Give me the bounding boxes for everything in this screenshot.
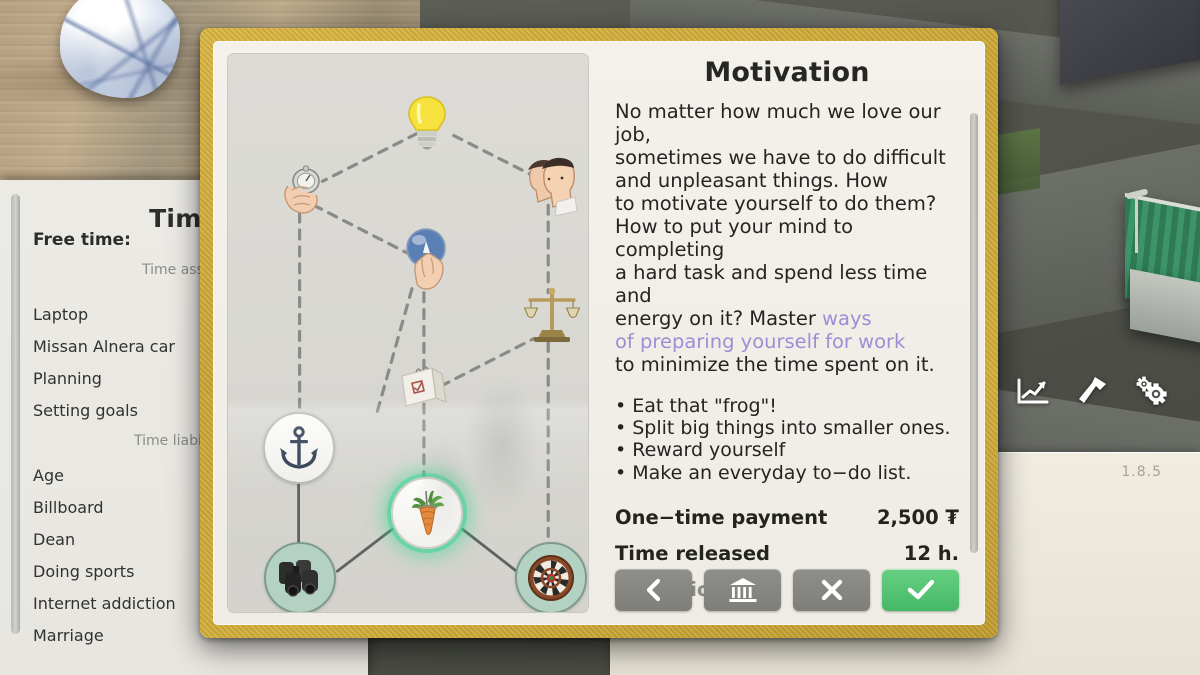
skill-node-dartboard[interactable] <box>515 542 587 612</box>
desc-line: to motivate yourself to do them? <box>615 192 937 215</box>
list-item[interactable]: Marriage <box>33 626 104 645</box>
list-item: • Eat that "frog"! <box>615 395 777 417</box>
binoculars-icon <box>279 560 318 597</box>
stat-row-time-released: Time released 12 h. <box>615 542 959 565</box>
two-faces-icon[interactable] <box>518 154 580 222</box>
list-item[interactable]: Laptop <box>33 305 88 324</box>
building-facade <box>1130 268 1200 392</box>
gears-icon[interactable] <box>1132 376 1170 408</box>
page-title: Motivation <box>704 57 870 88</box>
sidebar-scrollbar[interactable] <box>11 194 20 634</box>
bank-button[interactable] <box>704 569 781 611</box>
version-label: 1.8.5 <box>1121 464 1162 480</box>
blue-sphere-hand-icon[interactable] <box>400 226 464 304</box>
dartboard-icon <box>528 555 574 601</box>
carrot-icon <box>412 490 444 536</box>
desc-line: and unpleasant things. How <box>615 169 888 192</box>
skill-info-pane: Motivation No matter how much we love ou… <box>599 41 985 625</box>
list-item[interactable]: Internet addiction <box>33 594 176 613</box>
check-icon <box>907 579 934 600</box>
desc-line: How to put your mind to completing <box>615 215 854 261</box>
list-item: • Make an everyday to−do list. <box>615 461 912 484</box>
skill-tree-pane <box>213 41 599 625</box>
description-link[interactable]: of preparing yourself for work <box>615 330 905 353</box>
lightbulb-icon[interactable] <box>406 94 448 156</box>
close-icon <box>821 579 842 601</box>
street-lamp <box>1135 195 1138 253</box>
hammer-icon[interactable] <box>1074 375 1108 409</box>
desc-line: to minimize the time spent on it. <box>615 353 935 376</box>
confirm-button[interactable] <box>882 569 959 611</box>
stat-label: Time released <box>615 541 771 565</box>
cancel-button[interactable] <box>793 569 870 611</box>
list-item[interactable]: Setting goals <box>33 401 138 420</box>
list-item[interactable]: Dean <box>33 530 75 549</box>
stat-row-payment: One−time payment 2,500 ₮ <box>615 506 959 529</box>
crumpled-paper-icon <box>60 0 180 98</box>
anchor-icon <box>280 426 318 469</box>
free-time-label: Free time: <box>33 230 131 250</box>
desc-line: energy on it? Master <box>615 307 823 330</box>
desc-line: sometimes we have to do difficult <box>615 146 946 169</box>
back-button[interactable] <box>615 569 692 611</box>
list-item[interactable]: Planning <box>33 369 102 388</box>
balance-scales-icon[interactable] <box>523 286 581 348</box>
stat-value: 12 h. <box>903 541 959 565</box>
skill-dialog: Motivation No matter how much we love ou… <box>200 28 998 638</box>
list-item[interactable]: Age <box>33 466 64 485</box>
list-item: • Reward yourself <box>615 439 786 462</box>
description-link[interactable]: ways <box>822 307 872 330</box>
description-text: No matter how much we love our job, some… <box>615 100 959 376</box>
skill-node-binoculars[interactable] <box>264 542 336 612</box>
list-item[interactable]: Billboard <box>33 498 104 517</box>
benefits-list: • Eat that "frog"! • Split big things in… <box>615 395 959 484</box>
chevron-left-icon <box>646 578 660 602</box>
skill-node-carrot[interactable] <box>391 477 463 549</box>
desc-line: a hard task and spend less time and <box>615 261 928 307</box>
bank-icon <box>729 578 756 602</box>
chart-icon[interactable] <box>1016 377 1050 407</box>
desk-calendar-icon[interactable] <box>396 364 454 416</box>
stat-value: 2,500 ₮ <box>876 505 959 529</box>
stopwatch-in-hand-icon[interactable] <box>272 160 334 226</box>
hud-toolbar[interactable] <box>1016 375 1170 409</box>
list-item[interactable]: Missan Alnera car <box>33 337 175 356</box>
stat-label: One−time payment <box>615 505 828 529</box>
list-item: • Split big things into smaller ones. <box>615 417 951 440</box>
dialog-button-bar <box>615 569 959 611</box>
skill-tree-canvas[interactable] <box>227 53 589 613</box>
desc-line: No matter how much we love our job, <box>615 100 941 146</box>
skill-node-anchor[interactable] <box>263 412 335 484</box>
info-scrollbar[interactable] <box>970 113 978 553</box>
list-item[interactable]: Doing sports <box>33 562 134 581</box>
